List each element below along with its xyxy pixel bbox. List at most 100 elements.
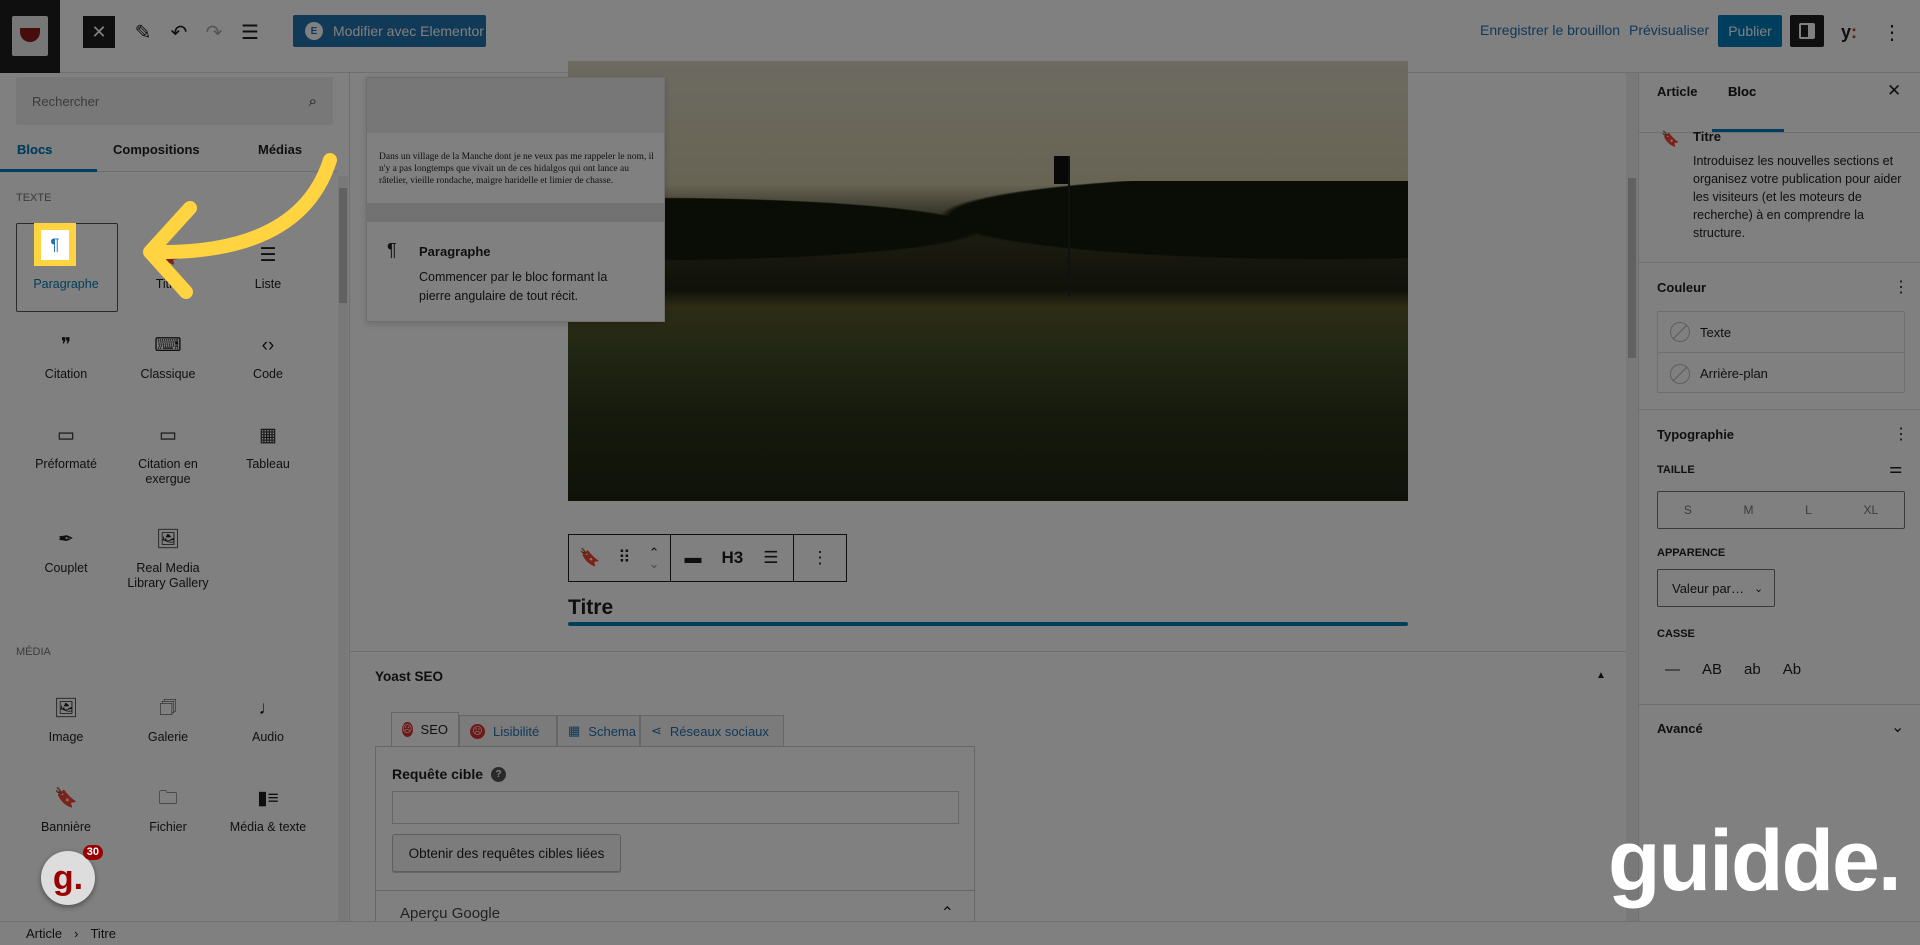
sad-face-icon: ☹: [470, 723, 485, 739]
more-vertical-icon[interactable]: ⋮: [1893, 277, 1909, 297]
heading-level-button[interactable]: H3: [722, 548, 744, 568]
block-icon: ▭: [159, 425, 177, 446]
block-icon: 🗀: [158, 788, 178, 809]
size-s[interactable]: S: [1684, 503, 1692, 517]
block-icon: ▦: [259, 425, 277, 446]
block-icon: 🔖: [54, 788, 78, 809]
chevron-down-icon: ⌄: [1754, 582, 1764, 595]
drag-handle-icon[interactable]: ⠿: [618, 548, 630, 568]
color-background-option[interactable]: Arrière-plan: [1658, 353, 1904, 394]
preview-button[interactable]: Prévisualiser: [1629, 22, 1709, 38]
block-tile[interactable]: ▭ Préformaté: [16, 423, 116, 472]
more-vertical-icon[interactable]: ⋮: [812, 548, 829, 568]
block-label: Média & texte: [229, 820, 307, 834]
canvas-scrollbar[interactable]: [1626, 73, 1638, 921]
block-label: Audio: [252, 730, 284, 744]
appearance-select[interactable]: Valeur par… ⌄: [1657, 569, 1775, 607]
breadcrumb-titre[interactable]: Titre: [90, 926, 116, 941]
options-button[interactable]: ⋮: [1880, 16, 1904, 48]
block-label: Bannière: [40, 820, 92, 834]
size-xl[interactable]: XL: [1863, 503, 1878, 517]
case-none[interactable]: —: [1665, 661, 1680, 678]
block-tile[interactable]: ♩ Audio: [218, 696, 318, 745]
empty-swatch-icon: [1670, 363, 1690, 384]
case-capitalize[interactable]: Ab: [1783, 661, 1801, 678]
block-tile[interactable]: ‹› Code: [218, 333, 318, 382]
save-draft-button[interactable]: Enregistrer le brouillon: [1480, 22, 1620, 38]
align-icon[interactable]: ▬: [685, 548, 702, 568]
case-upper[interactable]: AB: [1702, 661, 1722, 678]
guidde-wordmark: guidde.: [1608, 813, 1902, 909]
focus-keyphrase-input[interactable]: [392, 791, 959, 824]
block-tile[interactable]: ▭ Citation en exergue: [118, 423, 218, 487]
heading-focus-underline: [568, 622, 1408, 626]
yoast-panel-title[interactable]: Yoast SEO: [375, 669, 443, 684]
section-label-media: Média: [16, 646, 51, 658]
related-keyphrases-button[interactable]: Obtenir des requêtes cibles liées: [392, 834, 621, 872]
active-tab-label: Bloc: [1728, 84, 1757, 99]
text-align-icon[interactable]: ☰: [763, 548, 778, 568]
color-text-option[interactable]: Texte: [1658, 312, 1904, 353]
yoast-seo-panel: Requête cible? Obtenir des requêtes cibl…: [375, 746, 975, 921]
share-icon: ⋖: [651, 723, 662, 738]
size-l[interactable]: L: [1805, 503, 1812, 517]
pointer-arrow: [143, 153, 337, 299]
block-tile[interactable]: 🔖 Bannière: [16, 786, 116, 835]
block-tile[interactable]: ❞ Citation: [16, 333, 116, 382]
block-label: Classique: [140, 367, 196, 381]
grid-icon: ▦: [568, 723, 581, 738]
chevron-up-icon[interactable]: ⌃: [941, 903, 954, 921]
block-tile[interactable]: 🖼 Real Media Library Gallery: [118, 527, 218, 591]
block-label: Galerie: [147, 730, 189, 744]
case-label: Casse: [1657, 628, 1695, 640]
google-preview-toggle[interactable]: Aperçu Google: [400, 905, 500, 921]
case-lower[interactable]: ab: [1744, 661, 1761, 678]
yoast-tab-social[interactable]: ⋖ Réseaux sociaux: [640, 715, 784, 747]
arrow-curve: [145, 153, 337, 260]
move-up-down-icon[interactable]: ⌃ ⌄: [649, 546, 660, 570]
settings-sidebar: Article Bloc Bloc ✕ 🔖 Titre Introduisez …: [1638, 73, 1920, 921]
divider: [1639, 132, 1920, 133]
block-label: Real Media Library Gallery: [127, 561, 209, 590]
more-vertical-icon[interactable]: ⋮: [1893, 424, 1909, 444]
help-icon[interactable]: ?: [491, 766, 507, 782]
yoast-button[interactable]: y:: [1833, 16, 1865, 48]
yoast-tab-seo[interactable]: ☹ SEO: [391, 712, 459, 747]
yoast-tab-schema[interactable]: ▦ Schema: [557, 715, 640, 747]
color-panel-title[interactable]: Couleur: [1657, 280, 1706, 295]
settings-sidebar-toggle[interactable]: [1790, 15, 1824, 47]
block-name: Titre: [1693, 129, 1721, 144]
breadcrumb-article[interactable]: Article: [26, 926, 62, 941]
block-icon: 🖼: [53, 698, 79, 719]
sad-face-icon: ☹: [402, 722, 413, 737]
yoast-tab-lisibilite[interactable]: ☹ Lisibilité: [459, 715, 557, 747]
preview-title: Paragraphe: [419, 244, 491, 259]
heading-block[interactable]: Titre: [568, 596, 613, 620]
size-m[interactable]: M: [1743, 503, 1753, 517]
block-tile[interactable]: ▮≡ Média & texte: [218, 786, 318, 835]
featured-image[interactable]: [568, 61, 1408, 501]
breadcrumb: Article › Titre: [0, 921, 1920, 945]
block-tile[interactable]: ▦ Tableau: [218, 423, 318, 472]
chevron-down-icon[interactable]: ⌄: [1891, 717, 1904, 737]
block-tile[interactable]: 🗀 Fichier: [118, 786, 218, 835]
block-description: Introduisez les nouvelles sections et or…: [1693, 154, 1902, 240]
block-tile[interactable]: 🖼 Image: [16, 696, 116, 745]
advanced-panel-toggle[interactable]: Avancé: [1657, 721, 1703, 736]
preview-sample-text: Dans un village de la Manche dont je ne …: [379, 152, 654, 186]
sidebar-toggle-icon: [1799, 23, 1815, 39]
guidde-badge[interactable]: g. 30: [41, 845, 103, 905]
close-icon[interactable]: ✕: [1887, 81, 1901, 101]
empty-swatch-icon: [1670, 322, 1690, 342]
block-tile[interactable]: ✒ Couplet: [16, 527, 116, 576]
block-tile[interactable]: ⌨ Classique: [118, 333, 218, 382]
block-label: Code: [253, 367, 283, 381]
typography-panel-title[interactable]: Typographie: [1657, 427, 1734, 442]
appearance-label: Apparence: [1657, 547, 1726, 559]
collapse-icon[interactable]: ▲: [1596, 670, 1606, 681]
tab-article[interactable]: Article: [1657, 84, 1697, 99]
block-tile[interactable]: 🗇 Galerie: [118, 696, 218, 745]
publish-button[interactable]: Publier: [1718, 15, 1782, 47]
sliders-icon[interactable]: ⚌: [1889, 459, 1902, 477]
bookmark-icon[interactable]: 🔖: [579, 548, 600, 568]
